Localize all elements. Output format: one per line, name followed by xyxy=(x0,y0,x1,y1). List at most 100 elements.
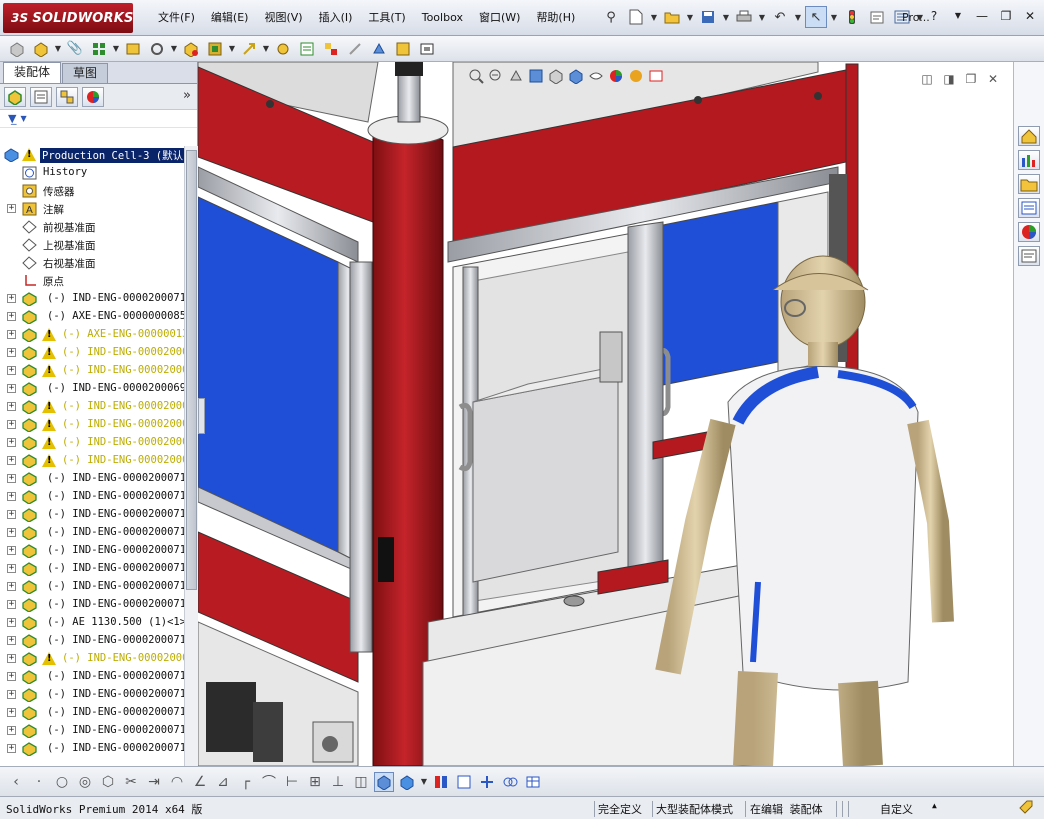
help-dropdown-icon[interactable]: ▼ xyxy=(950,9,966,23)
view-cube-icon[interactable] xyxy=(397,772,417,792)
move-dropdown-icon[interactable]: ▼ xyxy=(170,44,178,53)
expand-toggle-icon[interactable]: + xyxy=(7,456,16,465)
print-icon[interactable] xyxy=(733,6,755,28)
expand-toggle-icon[interactable]: + xyxy=(7,582,16,591)
mirror-icon[interactable]: ⊿ xyxy=(213,772,233,792)
exploded-view-icon[interactable] xyxy=(320,38,342,60)
display-manager-icon[interactable] xyxy=(82,86,104,107)
file-explorer-icon[interactable] xyxy=(1018,174,1040,194)
viewport-restore-icon[interactable]: ❐ xyxy=(964,72,978,86)
expand-toggle-icon[interactable]: + xyxy=(7,600,16,609)
menu-toolbox[interactable]: Toolbox xyxy=(414,9,471,27)
expand-toggle-icon[interactable]: + xyxy=(7,492,16,501)
pin-icon[interactable]: ⚲ xyxy=(600,6,622,28)
tree-component[interactable]: + (-) IND-ENG-00002000712 xyxy=(0,524,184,542)
expand-toggle-icon[interactable]: + xyxy=(7,726,16,735)
tree-component[interactable]: + (-) IND-ENG-00002000712 xyxy=(0,506,184,524)
zoom-to-fit-icon[interactable] xyxy=(468,68,484,84)
tree-item[interactable]: History xyxy=(0,164,184,182)
expand-toggle-icon[interactable]: + xyxy=(7,636,16,645)
undo-icon[interactable]: ↶ xyxy=(769,6,791,28)
file-properties-icon[interactable] xyxy=(866,6,888,28)
tree-item[interactable]: 传感器 xyxy=(0,182,184,200)
menu-file[interactable]: 文件(F) xyxy=(150,9,203,27)
smart-fasteners-icon[interactable] xyxy=(122,38,144,60)
tree-item[interactable]: 右视基准面 xyxy=(0,254,184,272)
tree-component[interactable]: + (-) IND-ENG-00002000712 xyxy=(0,470,184,488)
save-dropdown-icon[interactable]: ▼ xyxy=(722,13,730,22)
select-icon[interactable]: ↖ xyxy=(805,6,827,28)
view-settings-icon[interactable] xyxy=(648,68,664,84)
tree-component[interactable]: + (-) IND-ENG-00002000 xyxy=(0,434,184,452)
expand-toggle-icon[interactable]: + xyxy=(7,618,16,627)
table-icon[interactable] xyxy=(523,772,543,792)
menu-help[interactable]: 帮助(H) xyxy=(528,9,583,27)
view-dropdown-icon[interactable]: ▼ xyxy=(420,777,428,786)
expand-toggle-icon[interactable]: + xyxy=(7,528,16,537)
expand-toggle-icon[interactable]: + xyxy=(7,348,16,357)
design-library-icon[interactable] xyxy=(1018,150,1040,170)
new-motion-study-icon[interactable] xyxy=(272,38,294,60)
open-dropdown-icon[interactable]: ▼ xyxy=(686,13,694,22)
expand-toggle-icon[interactable]: + xyxy=(7,294,16,303)
zoom-area-icon[interactable] xyxy=(488,68,504,84)
help-icon[interactable]: ? xyxy=(926,9,942,23)
features-dropdown-icon[interactable]: ▼ xyxy=(228,44,236,53)
solidworks-logo[interactable]: 3S SOLIDWORKS xyxy=(3,3,133,33)
tree-item[interactable]: 原点 xyxy=(0,272,184,290)
offset-icon[interactable]: ∠ xyxy=(190,772,210,792)
box-icon[interactable]: ◫ xyxy=(351,772,371,792)
solidworks-resources-icon[interactable] xyxy=(1018,126,1040,146)
assembly-features-icon[interactable] xyxy=(204,38,226,60)
polygon-icon[interactable]: ⬡ xyxy=(98,772,118,792)
expand-toggle-icon[interactable]: + xyxy=(7,564,16,573)
custom-properties-icon[interactable] xyxy=(1018,246,1040,266)
configuration-manager-icon[interactable] xyxy=(56,86,78,107)
reference-geometry-icon[interactable] xyxy=(238,38,260,60)
tree-component[interactable]: + (-) AXE-ENG-00000000856 xyxy=(0,308,184,326)
previous-view-icon[interactable] xyxy=(508,68,524,84)
link-icon[interactable] xyxy=(500,772,520,792)
explode-line-icon[interactable] xyxy=(344,38,366,60)
tree-component[interactable]: + (-) IND-ENG-00002000712 xyxy=(0,740,184,758)
point-icon[interactable]: · xyxy=(29,772,49,792)
bill-of-materials-icon[interactable] xyxy=(296,38,318,60)
save-icon[interactable] xyxy=(697,6,719,28)
extend-icon[interactable]: ⇥ xyxy=(144,772,164,792)
expand-toggle-icon[interactable]: + xyxy=(7,654,16,663)
tree-component[interactable]: + (-) IND-ENG-00002000713 xyxy=(0,686,184,704)
minimize-button[interactable]: — xyxy=(974,9,990,23)
appearances-icon[interactable] xyxy=(1018,222,1040,242)
shaded-view-icon[interactable] xyxy=(374,771,394,792)
centerpoint-circle-icon[interactable]: ◎ xyxy=(75,772,95,792)
tree-item[interactable]: + A 注解 xyxy=(0,200,184,218)
expand-toggle-icon[interactable]: + xyxy=(7,474,16,483)
scrollbar-thumb[interactable] xyxy=(186,150,197,590)
tree-component[interactable]: + (-) IND-ENG-00002000713 xyxy=(0,722,184,740)
tree-component[interactable]: + (-) IND-ENG-00002000712 xyxy=(0,632,184,650)
expand-toggle-icon[interactable]: + xyxy=(7,510,16,519)
grid-icon[interactable]: ⊞ xyxy=(305,772,325,792)
print-dropdown-icon[interactable]: ▼ xyxy=(758,13,766,22)
take-snapshot-icon[interactable] xyxy=(416,38,438,60)
rebuild-icon[interactable] xyxy=(841,6,863,28)
tab-assembly[interactable]: 装配体 xyxy=(3,62,62,83)
tree-component[interactable]: + (-) IND-ENG-00002000713 xyxy=(0,704,184,722)
relations-icon[interactable]: ⊥ xyxy=(328,772,348,792)
arc-icon[interactable]: ◠ xyxy=(167,772,187,792)
open-icon[interactable] xyxy=(661,6,683,28)
section-view-icon[interactable] xyxy=(528,68,544,84)
expand-toggle-icon[interactable]: + xyxy=(7,438,16,447)
tree-component[interactable]: + (-) IND-ENG-00002000712 xyxy=(0,596,184,614)
expand-toggle-icon[interactable]: + xyxy=(7,744,16,753)
viewport-close-icon[interactable]: ✕ xyxy=(986,72,1000,86)
tree-component[interactable]: + (-) IND-ENG-00002000 xyxy=(0,452,184,470)
apply-scene-icon[interactable] xyxy=(628,68,644,84)
new-part-dropdown-icon[interactable]: ▼ xyxy=(54,44,62,53)
tag-icon[interactable] xyxy=(1018,799,1034,818)
tree-component[interactable]: + (-) IND-ENG-00002000698 xyxy=(0,380,184,398)
new-part-icon[interactable] xyxy=(30,38,52,60)
tree-component[interactable]: + (-) IND-ENG-00002000 xyxy=(0,398,184,416)
tree-root-assembly[interactable]: Production Cell-3 (默认 xyxy=(0,146,184,164)
tab-sketch[interactable]: 草图 xyxy=(62,63,109,83)
